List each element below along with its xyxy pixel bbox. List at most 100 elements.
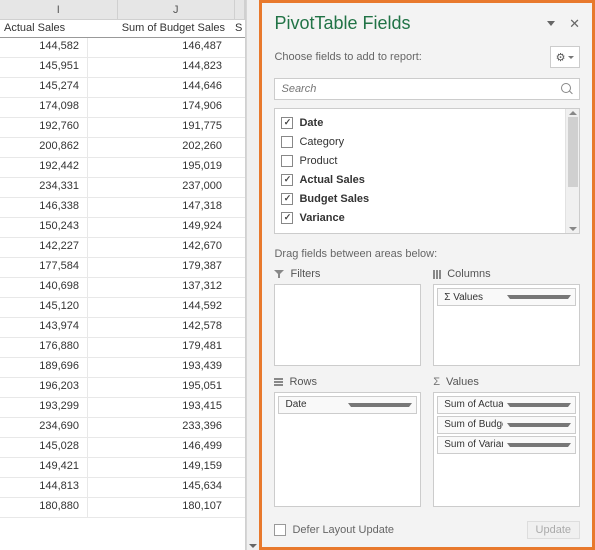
- checkbox[interactable]: ✓: [281, 174, 293, 186]
- scroll-thumb[interactable]: [568, 117, 578, 187]
- cell-budget[interactable]: 179,481: [88, 338, 236, 357]
- fields-scrollbar[interactable]: [565, 109, 579, 233]
- tools-button[interactable]: ⚙: [550, 46, 580, 68]
- field-item-actual-sales[interactable]: ✓Actual Sales: [281, 170, 559, 189]
- cell-budget[interactable]: 193,439: [88, 358, 236, 377]
- cell-actual[interactable]: 150,243: [0, 218, 88, 237]
- cell-budget[interactable]: 142,578: [88, 318, 236, 337]
- table-row[interactable]: 145,120144,592: [0, 298, 245, 318]
- cell-budget[interactable]: 146,487: [88, 38, 236, 57]
- cell-budget[interactable]: 237,000: [88, 178, 236, 197]
- chevron-down-icon[interactable]: [507, 443, 571, 447]
- update-button[interactable]: Update: [527, 521, 580, 539]
- cell-actual[interactable]: 146,338: [0, 198, 88, 217]
- cell-budget[interactable]: 144,592: [88, 298, 236, 317]
- chevron-down-icon[interactable]: [507, 423, 571, 427]
- table-row[interactable]: 234,690233,396: [0, 418, 245, 438]
- cell-budget[interactable]: 193,415: [88, 398, 236, 417]
- cell-actual[interactable]: 192,442: [0, 158, 88, 177]
- cell-budget[interactable]: 149,924: [88, 218, 236, 237]
- cell-actual[interactable]: 234,690: [0, 418, 88, 437]
- table-row[interactable]: 144,813145,634: [0, 478, 245, 498]
- cell-budget[interactable]: 145,634: [88, 478, 236, 497]
- cell-actual[interactable]: 193,299: [0, 398, 88, 417]
- cell-actual[interactable]: 177,584: [0, 258, 88, 277]
- table-row[interactable]: 150,243149,924: [0, 218, 245, 238]
- search-box[interactable]: [274, 78, 580, 100]
- cell-actual[interactable]: 140,698: [0, 278, 88, 297]
- cell-budget[interactable]: 146,499: [88, 438, 236, 457]
- chevron-down-icon[interactable]: [507, 403, 571, 407]
- checkbox[interactable]: [281, 136, 293, 148]
- cell-actual[interactable]: 144,813: [0, 478, 88, 497]
- table-row[interactable]: 192,442195,019: [0, 158, 245, 178]
- table-row[interactable]: 145,028146,499: [0, 438, 245, 458]
- field-item-date[interactable]: ✓Date: [281, 113, 559, 132]
- table-row[interactable]: 180,880180,107: [0, 498, 245, 518]
- cell-actual[interactable]: 174,098: [0, 98, 88, 117]
- header-actual-sales[interactable]: Actual Sales: [0, 20, 88, 37]
- cell-budget[interactable]: 144,823: [88, 58, 236, 77]
- chevron-down-icon[interactable]: [348, 403, 412, 407]
- column-letter-i[interactable]: I: [0, 0, 118, 19]
- close-icon[interactable]: ✕: [569, 16, 580, 32]
- filters-dropzone[interactable]: [274, 284, 421, 366]
- area-pill[interactable]: Sum of Budget Sales: [437, 416, 576, 434]
- cell-actual[interactable]: 200,862: [0, 138, 88, 157]
- table-row[interactable]: 145,951144,823: [0, 58, 245, 78]
- cell-actual[interactable]: 143,974: [0, 318, 88, 337]
- field-item-product[interactable]: Product: [281, 151, 559, 170]
- cell-budget[interactable]: 149,159: [88, 458, 236, 477]
- area-pill[interactable]: Sum of Actual Sales: [437, 396, 576, 414]
- cell-budget[interactable]: 180,107: [88, 498, 236, 517]
- checkbox[interactable]: ✓: [281, 212, 293, 224]
- table-row[interactable]: 140,698137,312: [0, 278, 245, 298]
- chevron-down-icon[interactable]: [507, 295, 571, 299]
- area-pill[interactable]: Date: [278, 396, 417, 414]
- area-pill[interactable]: Σ Values: [437, 288, 576, 306]
- table-row[interactable]: 145,274144,646: [0, 78, 245, 98]
- values-dropzone[interactable]: Sum of Actual SalesSum of Budget SalesSu…: [433, 392, 580, 508]
- table-row[interactable]: 143,974142,578: [0, 318, 245, 338]
- vertical-scrollbar[interactable]: [246, 0, 259, 550]
- field-item-budget-sales[interactable]: ✓Budget Sales: [281, 189, 559, 208]
- pane-options-dropdown-icon[interactable]: [547, 21, 555, 26]
- cell-budget[interactable]: 144,646: [88, 78, 236, 97]
- search-input[interactable]: [281, 83, 561, 95]
- rows-dropzone[interactable]: Date: [274, 392, 421, 508]
- defer-checkbox[interactable]: [274, 524, 286, 536]
- cell-budget[interactable]: 191,775: [88, 118, 236, 137]
- cell-budget[interactable]: 179,387: [88, 258, 236, 277]
- cell-actual[interactable]: 180,880: [0, 498, 88, 517]
- cell-actual[interactable]: 145,274: [0, 78, 88, 97]
- table-row[interactable]: 177,584179,387: [0, 258, 245, 278]
- cell-actual[interactable]: 149,421: [0, 458, 88, 477]
- column-letter-j[interactable]: J: [118, 0, 236, 19]
- header-budget-sales[interactable]: Sum of Budget Sales: [88, 20, 235, 37]
- search-icon[interactable]: [561, 83, 573, 95]
- cell-actual[interactable]: 234,331: [0, 178, 88, 197]
- cell-actual[interactable]: 145,120: [0, 298, 88, 317]
- cell-actual[interactable]: 142,227: [0, 238, 88, 257]
- cell-actual[interactable]: 192,760: [0, 118, 88, 137]
- table-row[interactable]: 176,880179,481: [0, 338, 245, 358]
- cell-actual[interactable]: 145,028: [0, 438, 88, 457]
- table-row[interactable]: 196,203195,051: [0, 378, 245, 398]
- cell-budget[interactable]: 233,396: [88, 418, 236, 437]
- table-row[interactable]: 149,421149,159: [0, 458, 245, 478]
- cell-actual[interactable]: 144,582: [0, 38, 88, 57]
- cell-budget[interactable]: 195,019: [88, 158, 236, 177]
- scroll-up-icon[interactable]: [569, 111, 577, 115]
- table-row[interactable]: 142,227142,670: [0, 238, 245, 258]
- cell-actual[interactable]: 145,951: [0, 58, 88, 77]
- cell-budget[interactable]: 195,051: [88, 378, 236, 397]
- checkbox[interactable]: ✓: [281, 117, 293, 129]
- scroll-down-icon[interactable]: [569, 227, 577, 231]
- table-row[interactable]: 193,299193,415: [0, 398, 245, 418]
- table-row[interactable]: 146,338147,318: [0, 198, 245, 218]
- table-row[interactable]: 144,582146,487: [0, 38, 245, 58]
- cell-budget[interactable]: 174,906: [88, 98, 236, 117]
- checkbox[interactable]: [281, 155, 293, 167]
- cell-budget[interactable]: 142,670: [88, 238, 236, 257]
- cell-budget[interactable]: 147,318: [88, 198, 236, 217]
